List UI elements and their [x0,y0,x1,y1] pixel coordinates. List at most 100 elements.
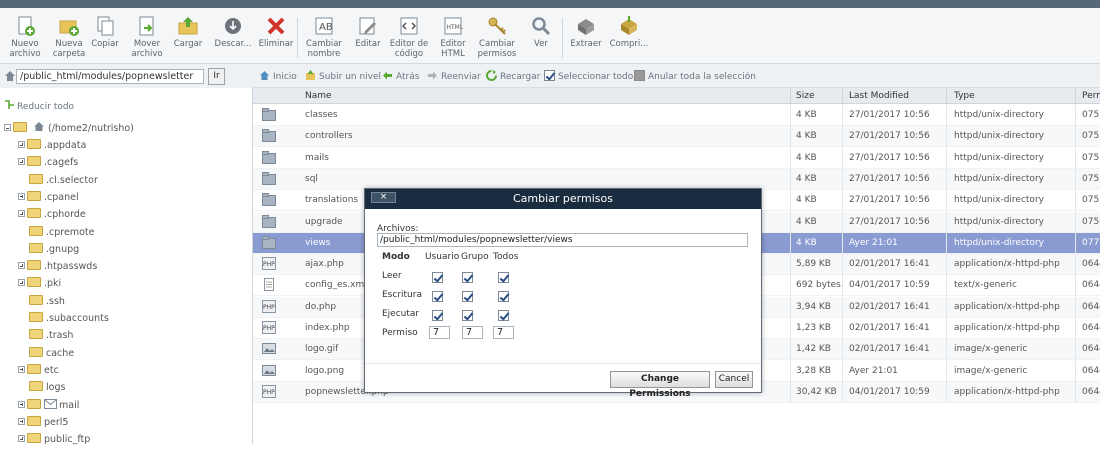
expand-toggle-icon[interactable] [18,435,25,443]
tree-item[interactable]: logs [18,381,65,397]
expand-toggle-icon[interactable] [18,417,25,425]
group-permission-value[interactable]: 7 [462,326,483,339]
tree-item-label: etc [44,364,59,376]
tree-item[interactable]: .htpasswds [18,260,97,276]
close-button[interactable]: × [371,192,396,203]
tree-item[interactable]: .ssh [18,294,65,311]
tree-item[interactable]: .cphorde [18,208,86,224]
toolbar-button-label: Editar [355,39,381,49]
expand-toggle-icon[interactable] [18,192,25,200]
read-all-checkbox[interactable] [498,272,509,283]
back-button[interactable]: Atrás [382,70,419,82]
tree-item[interactable]: cache [18,346,75,363]
cell-divider [790,275,791,297]
tree-item-label: perl5 [44,416,69,428]
forward-button[interactable]: Reenviar [427,70,481,82]
cancel-button[interactable]: Cancel [715,371,753,388]
move-file-button[interactable]: Mover archivo [124,12,170,62]
delete-button[interactable]: Eliminar [253,12,299,62]
folder-icon [27,208,41,219]
collapse-toggle-icon[interactable] [4,124,11,131]
files-field[interactable]: /public_html/modules/popnewsletter/views [377,233,748,247]
tree-item[interactable]: .pki [18,277,61,293]
edit-button[interactable]: Editar [345,12,391,62]
header-type[interactable]: Type [954,91,975,101]
tree-item-label: mail [59,399,80,411]
tree-item[interactable]: .appdata [18,139,86,155]
expand-toggle-icon[interactable] [18,400,25,408]
read-group-checkbox[interactable] [462,272,473,283]
exec-user-checkbox[interactable] [432,310,443,321]
go-button[interactable]: Ir [208,68,225,85]
cell-name[interactable]: mails [305,153,785,163]
cell-name[interactable]: controllers [305,131,785,141]
path-input[interactable] [16,69,204,84]
expand-toggle-icon[interactable] [18,365,25,373]
new-file-button[interactable]: Nuevo archivo [2,12,48,62]
reload-button[interactable]: Recargar [486,70,540,82]
tree-item[interactable]: .cpremote [18,225,94,242]
tree-item[interactable]: .subaccounts [18,312,109,328]
tree-item[interactable]: public_ftp [18,433,90,449]
extract-button[interactable]: Extraer [563,12,609,62]
exec-group-checkbox[interactable] [462,310,473,321]
cell-name[interactable]: classes [305,110,785,120]
tree-item[interactable]: perl5 [18,415,69,432]
tree-root[interactable]: (/home2/nutrisho) [4,121,134,137]
write-group-checkbox[interactable] [462,291,473,302]
expand-toggle-icon[interactable] [18,279,25,287]
download-button[interactable]: Descar... [210,12,256,62]
table-row[interactable]: sql 4 KB 27/01/2017 10:56 httpd/unix-direct… [253,168,1100,190]
toolbar-separator [297,18,298,58]
folder-icon [27,190,41,201]
permissions-button[interactable]: Cambiar permisos [474,12,520,62]
tree-item[interactable]: .gnupg [18,242,79,259]
cell-last-modified: 04/01/2017 10:59 [849,386,930,397]
up-level-button[interactable]: Subir un nivel [305,70,381,82]
view-button[interactable]: Ver [518,12,564,62]
toolbar-button-label: Compri... [609,39,649,49]
html-editor-button[interactable]: HTML Editor HTML [430,12,476,62]
upload-button[interactable]: Cargar [165,12,211,62]
write-all-checkbox[interactable] [498,291,509,302]
home-nav-button[interactable]: Inicio [259,70,297,82]
header-perms[interactable]: Perm [1082,91,1100,101]
collapse-all-button[interactable]: Reducir todo [4,100,74,112]
compress-button[interactable]: Compri... [606,12,652,62]
table-row[interactable]: classes 4 KB 27/01/2017 10:56 httpd/unix-di… [253,105,1100,126]
all-permission-value[interactable]: 7 [493,326,514,339]
tree-item[interactable]: mail [18,398,80,415]
cell-type: httpd/unix-directory [954,195,1044,206]
table-row[interactable]: controllers 4 KB 27/01/2017 10:56 httpd/uni… [253,126,1100,148]
rename-button[interactable]: AB Cambiar nombre [301,12,347,62]
read-user-checkbox[interactable] [432,272,443,283]
code-editor-button[interactable]: Editor de código [386,12,432,62]
exec-all-checkbox[interactable] [498,310,509,321]
home-nav-label: Inicio [273,72,297,82]
user-permission-value[interactable]: 7 [429,326,450,339]
tree-item[interactable]: .trash [18,329,73,345]
expand-toggle-icon[interactable] [18,158,25,166]
tree-item[interactable]: .cagefs [18,156,78,172]
expand-toggle-icon[interactable] [18,141,25,148]
write-user-checkbox[interactable] [432,291,443,302]
tree-item-label: cache [46,347,75,359]
cell-divider [842,232,843,254]
tree-item[interactable]: .cl.selector [18,173,98,190]
cell-perms: 0644 [1082,301,1100,312]
tree-item[interactable]: .cpanel [18,190,79,207]
cell-name[interactable]: sql [305,174,785,184]
copy-button[interactable]: Copiar [82,12,128,62]
header-size[interactable]: Size [796,91,814,101]
expand-toggle-icon[interactable] [18,262,25,270]
edit-icon [359,17,376,35]
select-all-button[interactable]: Seleccionar todo [544,70,633,82]
table-row[interactable]: mails 4 KB 27/01/2017 10:56 httpd/unix-dire… [253,147,1100,169]
svg-text:PHP: PHP [263,304,275,311]
change-permissions-button[interactable]: Change Permissions [610,371,710,399]
header-last-modified[interactable]: Last Modified [849,91,909,101]
tree-item[interactable]: etc [18,363,59,380]
expand-toggle-icon[interactable] [18,210,25,218]
header-name[interactable]: Name [305,91,332,101]
deselect-all-button[interactable]: Anular toda la selección [634,70,756,82]
